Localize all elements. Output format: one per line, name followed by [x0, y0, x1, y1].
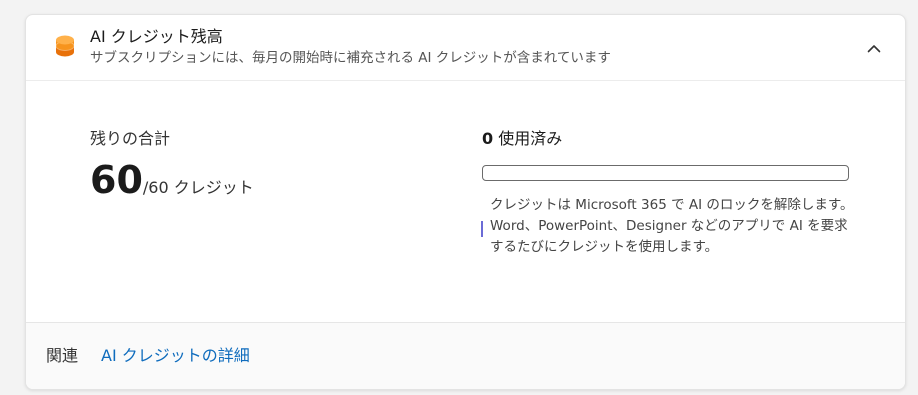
total-credits-suffix: /60 クレジット — [142, 178, 254, 197]
text-cursor — [481, 221, 483, 237]
card-header[interactable]: AI クレジット残高 サブスクリプションには、毎月の開始時に補充される AI ク… — [26, 15, 905, 81]
ai-credit-details-link[interactable]: AI クレジットの詳細 — [101, 345, 250, 367]
card-subtitle: サブスクリプションには、毎月の開始時に補充される AI クレジットが含まれていま… — [90, 50, 611, 66]
remaining-credits-number: 60 — [90, 158, 143, 202]
related-label: 関連 — [46, 346, 79, 365]
used-credits-label: 0 使用済み — [482, 128, 562, 150]
used-credits-number: 0 — [482, 129, 494, 148]
collapse-button[interactable] — [858, 33, 890, 61]
ai-credit-balance-card: AI クレジット残高 サブスクリプションには、毎月の開始時に補充される AI ク… — [25, 14, 906, 390]
card-footer: 関連 AI クレジットの詳細 — [26, 322, 905, 389]
chevron-up-icon — [867, 38, 881, 57]
remaining-total-label: 残りの合計 — [90, 129, 171, 148]
coin-stack-icon — [55, 33, 75, 59]
credit-description: クレジットは Microsoft 365 で AI のロックを解除します。Wor… — [490, 197, 854, 255]
credit-usage-progress-bar — [482, 165, 849, 181]
card-body: 残りの合計 60/60 クレジット 0 使用済み クレジットは Microsof… — [26, 81, 905, 322]
used-credits-text: 使用済み — [498, 129, 563, 148]
remaining-total-value: 60/60 クレジット — [90, 155, 254, 213]
card-title: AI クレジット残高 — [90, 27, 223, 46]
